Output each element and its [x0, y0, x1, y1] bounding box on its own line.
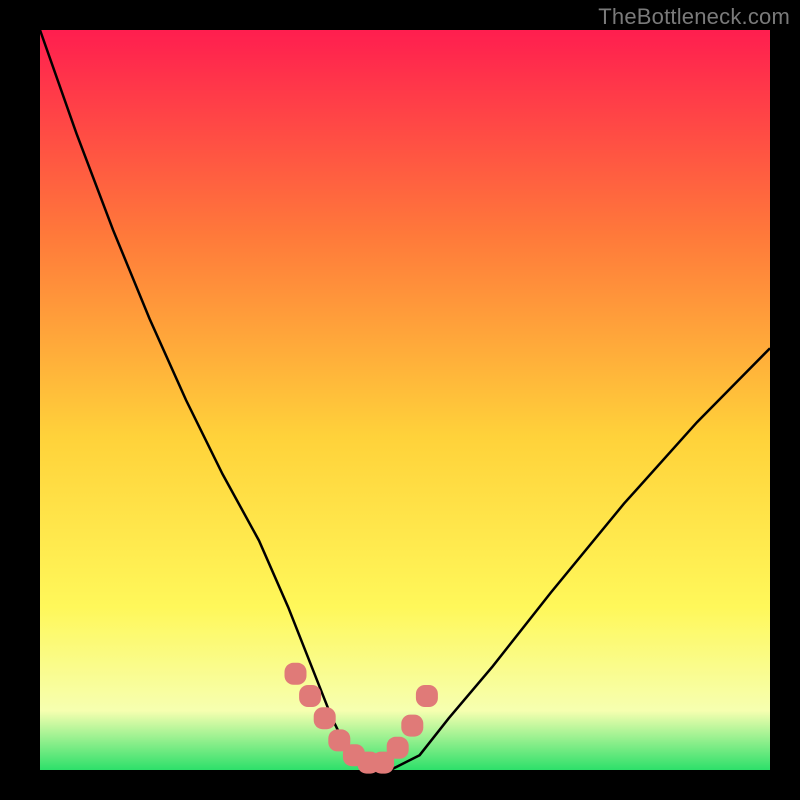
chart-frame: TheBottleneck.com	[0, 0, 800, 800]
plot-background	[40, 30, 770, 770]
watermark-text: TheBottleneck.com	[598, 4, 790, 30]
bottleneck-chart	[0, 0, 800, 800]
marker-point	[416, 685, 438, 707]
marker-point	[387, 737, 409, 759]
marker-point	[314, 707, 336, 729]
marker-point	[285, 663, 307, 685]
marker-point	[299, 685, 321, 707]
marker-point	[401, 715, 423, 737]
